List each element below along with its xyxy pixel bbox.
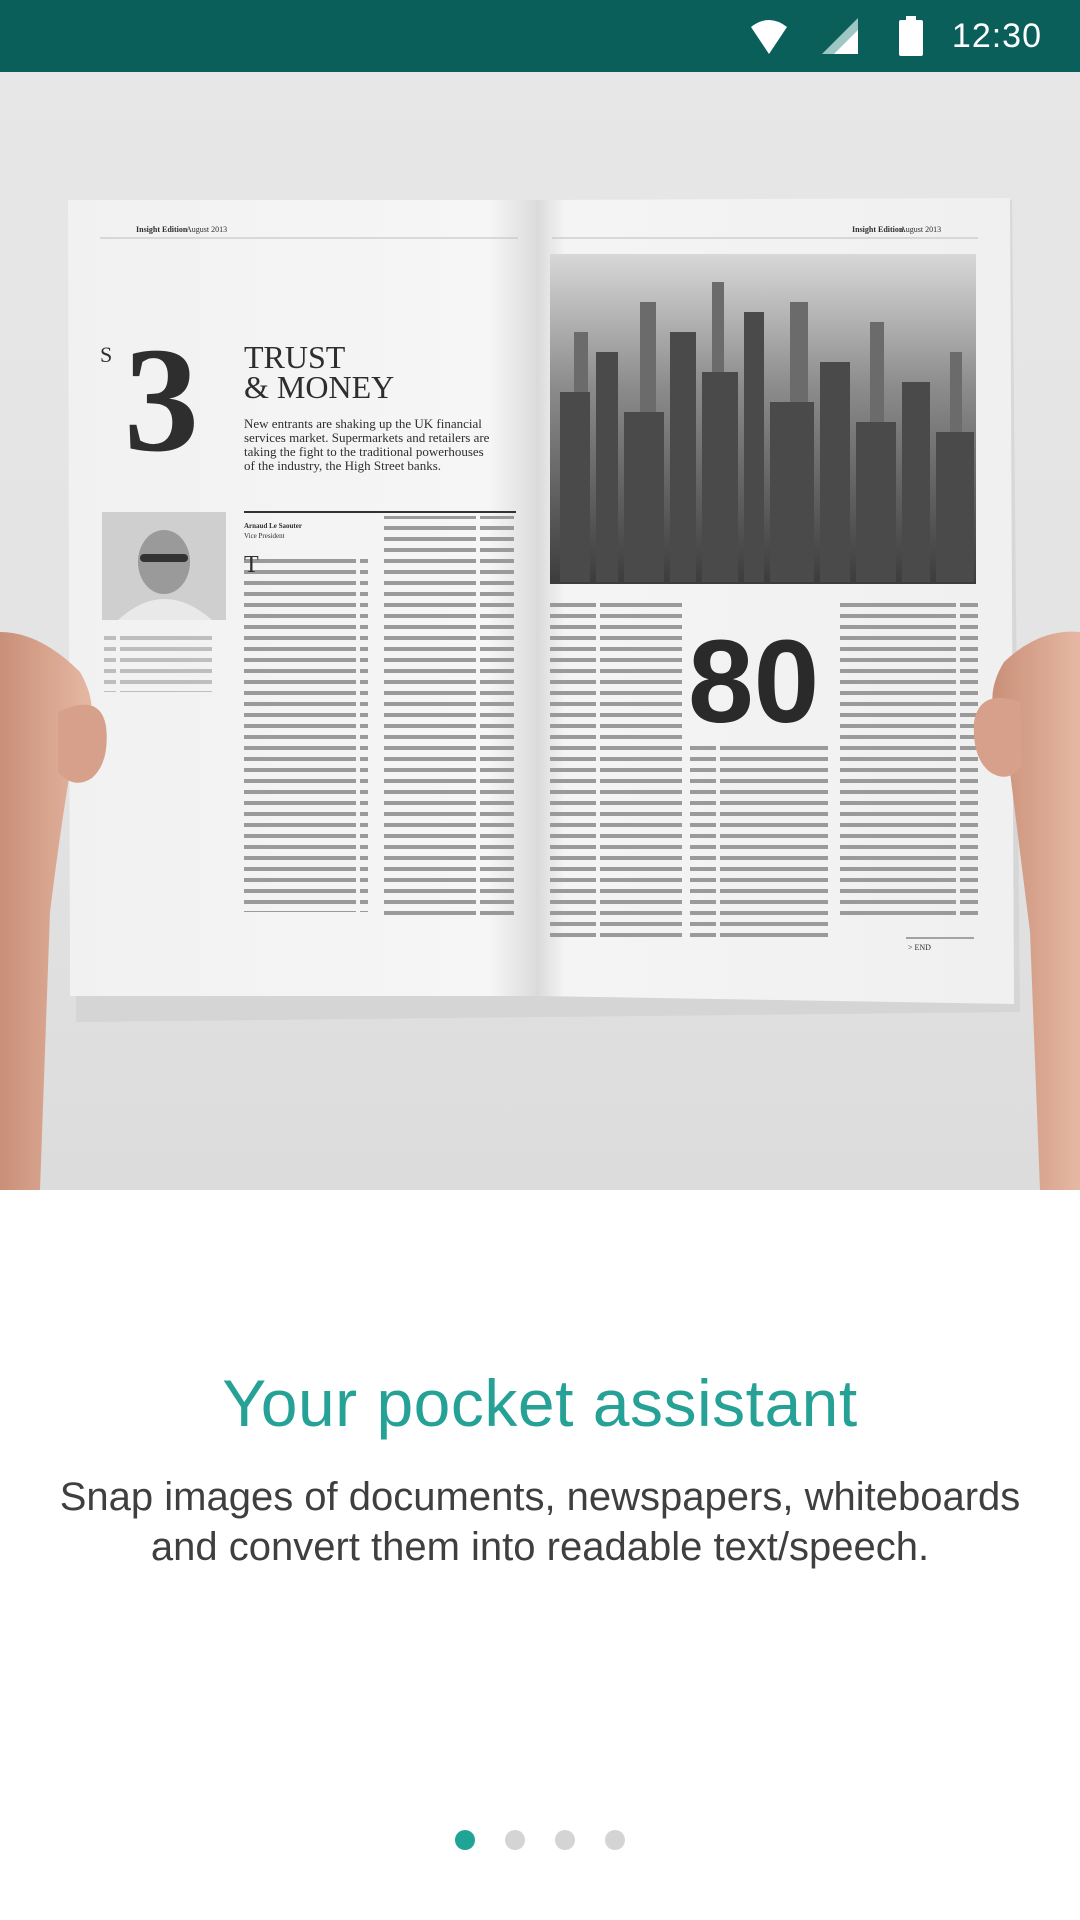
wifi-icon: [750, 17, 788, 55]
intro-line-2: services market. Supermarkets and retail…: [244, 430, 490, 445]
page-indicator: [0, 1830, 1080, 1850]
left-page-date: August 2013: [186, 225, 227, 234]
description-line-2: and convert them into readable text/spee…: [150, 1525, 930, 1569]
intro-line-1: New entrants are shaking up the UK finan…: [244, 416, 482, 431]
magazine-left-page: Insight Edition August 2013 S 3 TRUST & …: [68, 200, 536, 996]
hero-image: Insight Edition August 2013 S 3 TRUST & …: [0, 72, 1080, 1190]
page-dot-4[interactable]: [605, 1830, 625, 1850]
status-clock: 12:30: [951, 16, 1042, 55]
page-dot-2[interactable]: [505, 1830, 525, 1850]
intro-line-4: of the industry, the High Street banks.: [244, 458, 441, 473]
article-heading-line2: & MONEY: [244, 369, 394, 405]
article-number: 3: [124, 317, 199, 483]
right-page-edition: Insight Edition: [852, 225, 904, 234]
status-bar: 12:30: [0, 0, 1080, 72]
page-dot-1[interactable]: [455, 1830, 475, 1850]
onboarding-title: Your pocket assistant: [222, 1366, 858, 1440]
city-photo: [550, 254, 976, 584]
magazine-right-page: Insight Edition August 2013 80 > END: [536, 198, 1014, 1004]
intro-line-3: taking the fight to the traditional powe…: [244, 444, 484, 459]
onboarding-description: Snap images of documents, newspapers, wh…: [20, 1472, 1060, 1572]
author-name: Arnaud Le Saouter: [244, 522, 302, 530]
description-line-1: Snap images of documents, newspapers, wh…: [59, 1475, 1021, 1519]
left-page-edition: Insight Edition: [136, 225, 188, 234]
right-page-date: August 2013: [900, 225, 941, 234]
battery-icon: [898, 16, 924, 56]
section-s: S: [100, 342, 112, 367]
cell-signal-icon: [821, 18, 858, 54]
end-label: > END: [908, 943, 931, 952]
page-dot-3[interactable]: [555, 1830, 575, 1850]
svg-text:T: T: [244, 552, 259, 578]
big-statistic: 80: [688, 616, 819, 748]
author-role: Vice President: [244, 532, 285, 540]
